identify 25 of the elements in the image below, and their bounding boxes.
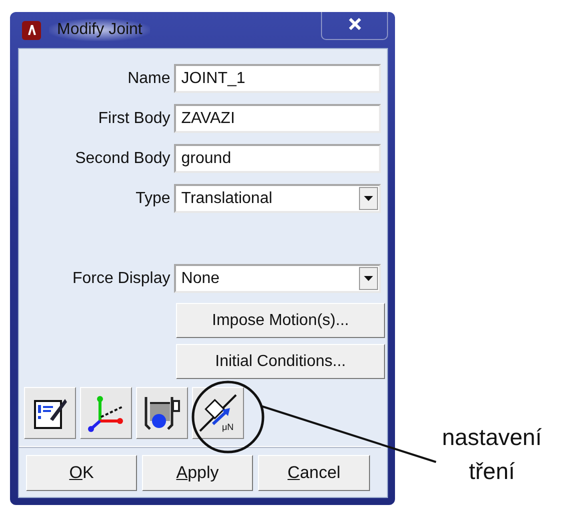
annotation-text: nastavení	[442, 423, 542, 452]
input-field[interactable]: ZAVAZI	[174, 104, 381, 133]
tool-button[interactable]	[24, 387, 76, 439]
app-icon	[22, 20, 41, 40]
field-label: First Body	[97, 110, 172, 128]
dialog-button[interactable]: Cancel	[258, 455, 370, 491]
axes-icon	[86, 393, 126, 433]
field-label: Name	[126, 70, 172, 88]
tool-button[interactable]	[80, 387, 132, 439]
input-field[interactable]: JOINT_1	[174, 64, 381, 93]
annotation-text: tření	[468, 457, 515, 486]
dropdown[interactable]: None	[174, 264, 381, 293]
close-icon	[348, 18, 360, 30]
input-field[interactable]: ground	[174, 144, 381, 173]
action-button[interactable]: Impose Motion(s)...	[176, 303, 385, 338]
field-label: Second Body	[74, 150, 172, 168]
field-label: Type	[134, 190, 172, 208]
dialog-button[interactable]: Apply	[142, 455, 253, 491]
dialog-button[interactable]: OK	[26, 455, 137, 491]
field-label: Force Display	[71, 270, 172, 288]
action-button[interactable]: Initial Conditions...	[176, 344, 385, 379]
dropdown[interactable]: Translational	[174, 184, 381, 213]
close-button[interactable]	[321, 12, 388, 40]
window-title: Modify Joint	[49, 19, 150, 41]
tool-button[interactable]	[136, 387, 188, 439]
